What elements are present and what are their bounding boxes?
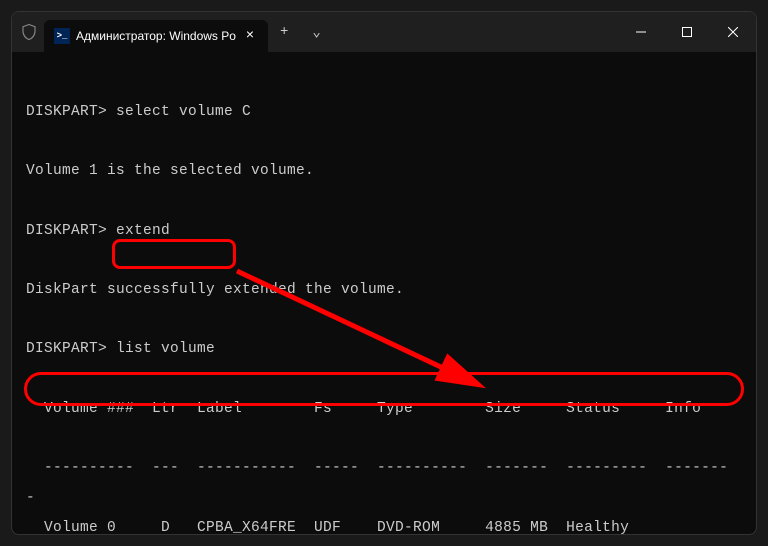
powershell-icon: >_ <box>54 28 70 44</box>
active-tab[interactable]: >_ Администратор: Windows Po × <box>44 20 268 52</box>
close-button[interactable] <box>710 12 756 52</box>
output-line: DISKPART> select volume C <box>26 98 742 128</box>
terminal-output[interactable]: DISKPART> select volume C Volume 1 is th… <box>12 52 756 535</box>
terminal-window: >_ Администратор: Windows Po × + ⌄ DISKP… <box>11 11 757 535</box>
tab-dropdown-icon[interactable]: ⌄ <box>300 24 332 41</box>
shield-icon <box>20 23 38 41</box>
tab-area: >_ Администратор: Windows Po × + ⌄ <box>12 12 333 52</box>
tab-title: Администратор: Windows Po <box>76 29 236 43</box>
new-tab-button[interactable]: + <box>268 24 300 40</box>
table-divider: ---------- --- ----------- ----- -------… <box>26 454 742 484</box>
output-line: Volume 1 is the selected volume. <box>26 157 742 187</box>
table-header: Volume ### Ltr Label Fs Type Size Status… <box>26 395 742 425</box>
table-row: Volume 0 D CPBA_X64FRE UDF DVD-ROM 4885 … <box>26 514 742 535</box>
minimize-button[interactable] <box>618 12 664 52</box>
output-line: DISKPART> extend <box>26 217 742 247</box>
titlebar: >_ Администратор: Windows Po × + ⌄ <box>12 12 756 52</box>
table-divider: - <box>26 484 742 514</box>
output-line: DiskPart successfully extended the volum… <box>26 276 742 306</box>
maximize-button[interactable] <box>664 12 710 52</box>
close-tab-icon[interactable]: × <box>242 28 258 44</box>
output-line: DISKPART> list volume <box>26 335 742 365</box>
window-controls <box>618 12 756 52</box>
